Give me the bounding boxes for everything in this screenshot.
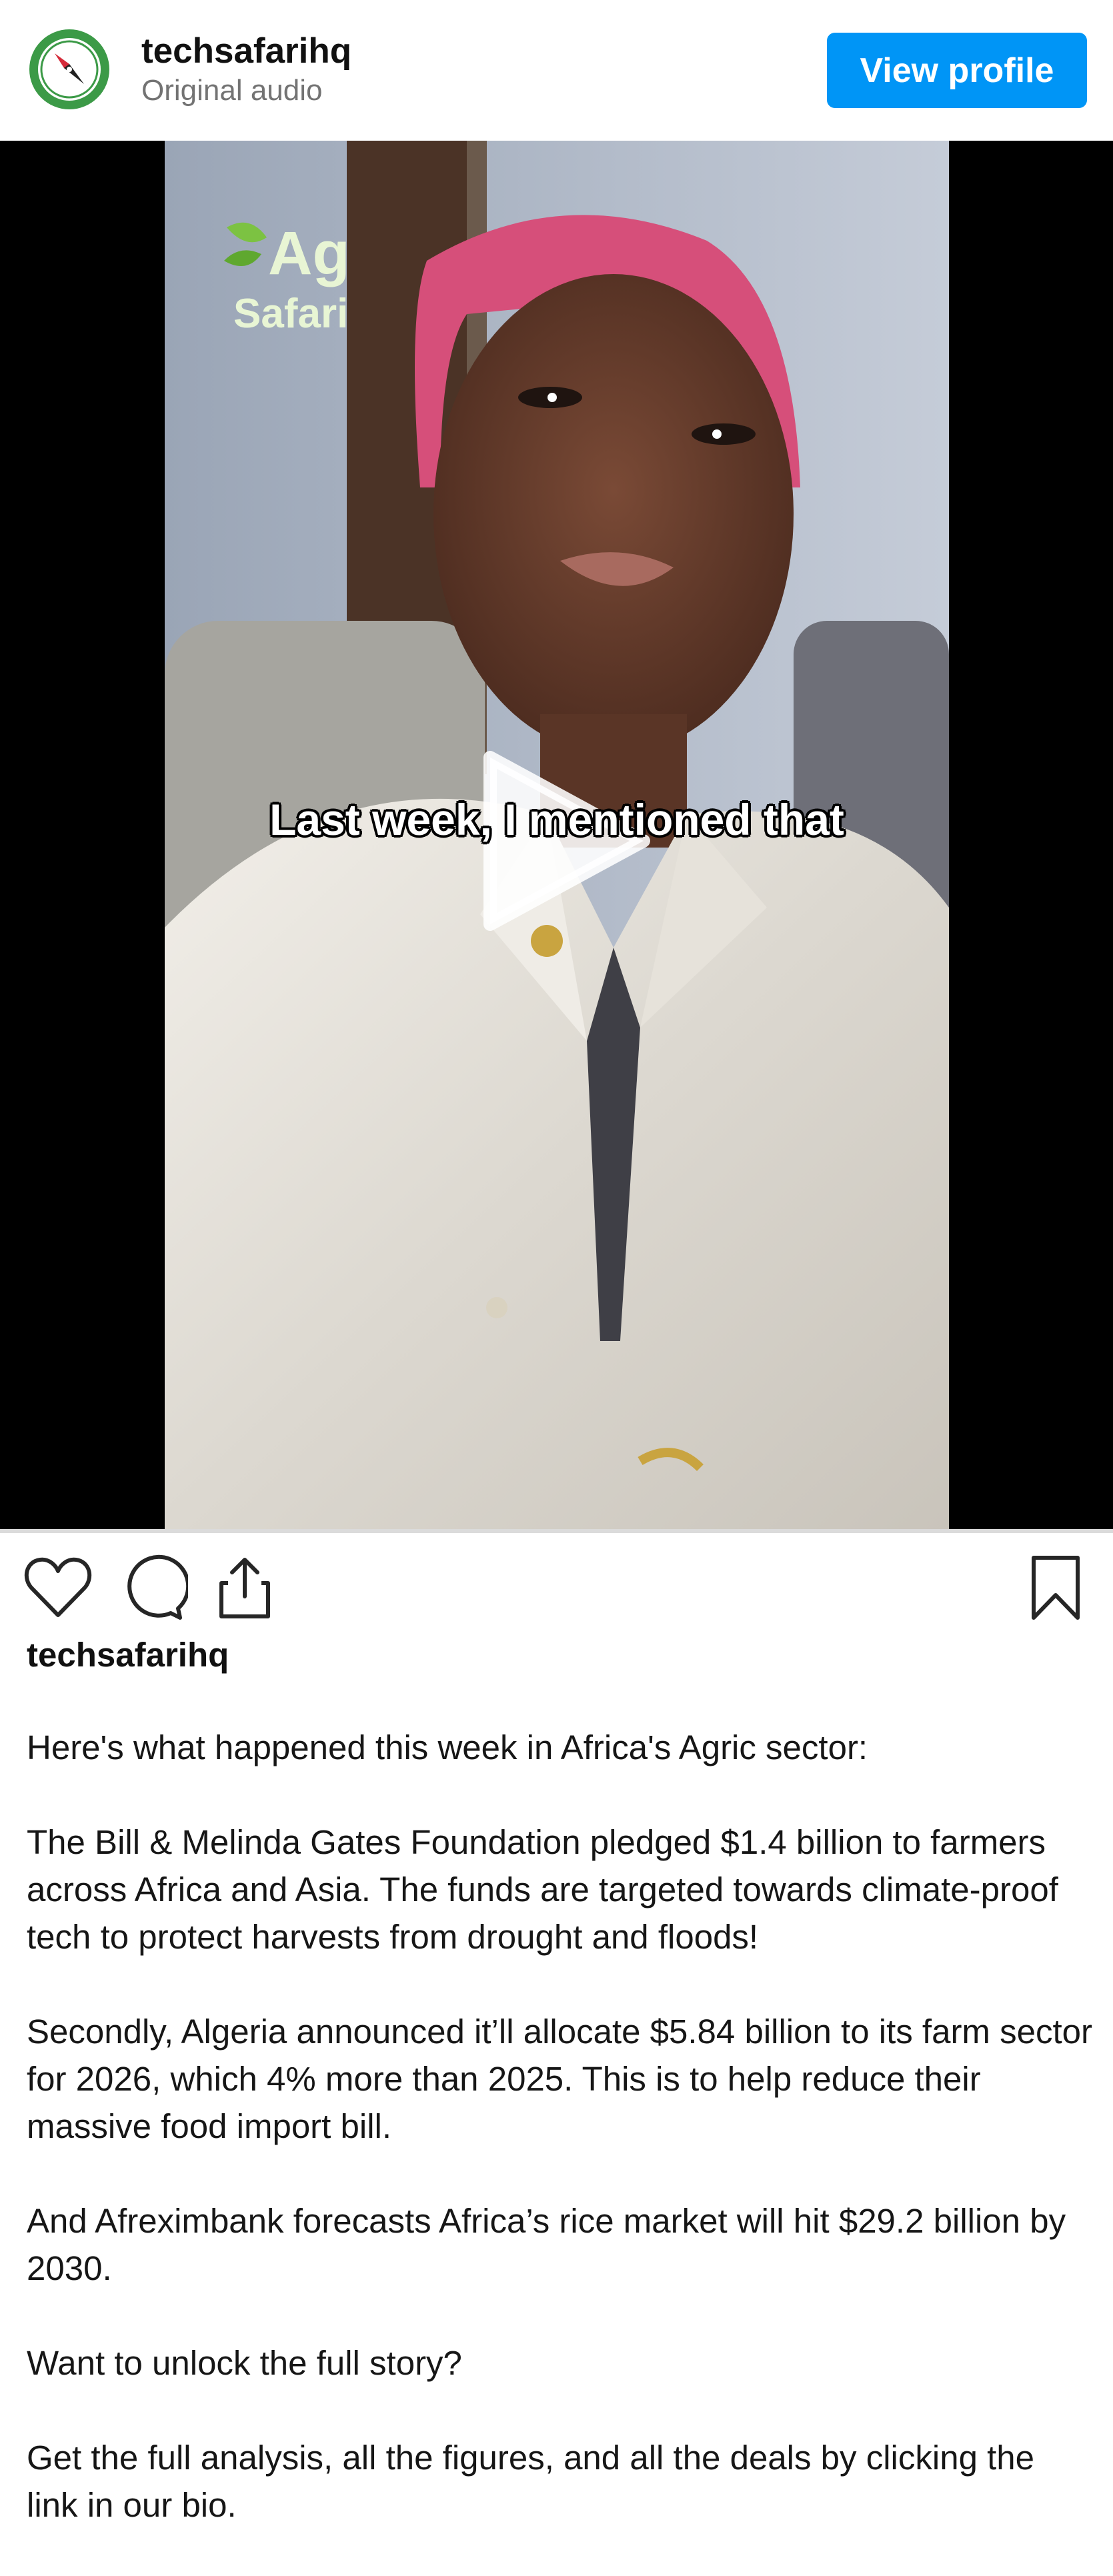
agsafari-logo: Ag Safari: [224, 219, 350, 337]
post-username[interactable]: techsafarihq: [27, 1634, 229, 1676]
video-caption: Last week, I mentioned that: [269, 795, 844, 844]
logo-text-safari: Safari: [233, 291, 348, 337]
caption-paragraph: Get the full analysis, all the figures, …: [27, 2439, 1044, 2524]
post-header: techsafarihq Original audio View profile: [0, 0, 1113, 141]
header-username[interactable]: techsafarihq: [141, 29, 351, 73]
caption-paragraph: Secondly, Algeria announced it’ll alloca…: [27, 2013, 1102, 2145]
profile-avatar[interactable]: [28, 28, 111, 111]
logo-text-ag: Ag: [268, 219, 350, 287]
heart-icon[interactable]: [21, 1551, 95, 1624]
video-player[interactable]: Ag Safari Last week, I mentioned that: [0, 141, 1113, 1529]
action-bar: [0, 1533, 1113, 1640]
post-caption: Here's what happened this week in Africa…: [27, 1724, 1094, 2576]
caption-paragraph: The Bill & Melinda Gates Foundation pled…: [27, 1823, 1068, 1956]
bookmark-icon[interactable]: [1019, 1551, 1092, 1624]
view-profile-button[interactable]: View profile: [827, 33, 1087, 108]
comment-icon[interactable]: [115, 1551, 188, 1624]
share-icon[interactable]: [208, 1551, 281, 1624]
caption-paragraph: And Afreximbank forecasts Africa’s rice …: [27, 2202, 1076, 2287]
caption-paragraph: Here's what happened this week in Africa…: [27, 1728, 868, 1766]
audio-label[interactable]: Original audio: [141, 72, 323, 109]
caption-paragraph: Want to unlock the full story?: [27, 2344, 462, 2382]
